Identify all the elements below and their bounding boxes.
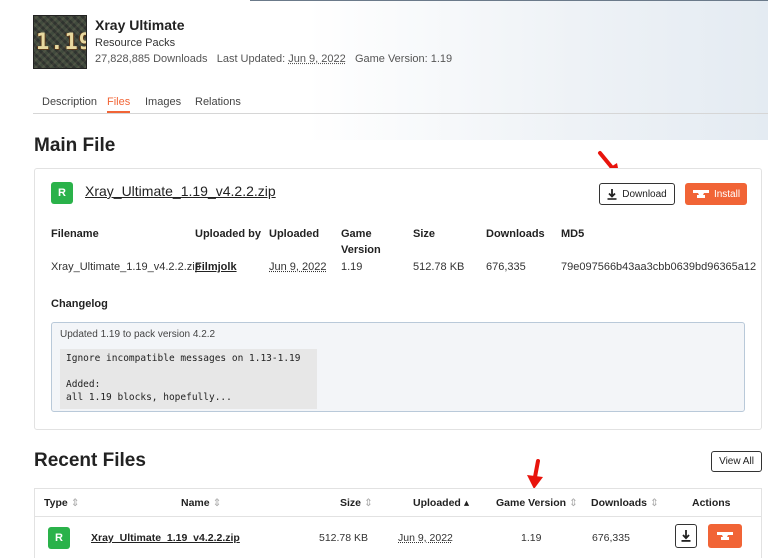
main-file-name-link[interactable]: Xray_Ultimate_1.19_v4.2.2.zip [85,183,276,199]
changelog-code-block: Ignore incompatible messages on 1.13-1.1… [60,349,317,409]
sort-active-icon: ▴ [463,497,470,509]
col-uploaded[interactable]: Uploaded ▴ [413,497,469,509]
changelog-box: Updated 1.19 to pack version 4.2.2 Ignor… [51,322,745,412]
main-file-title: Main File [34,135,116,156]
project-logo[interactable]: 1.19 [33,15,87,69]
download-icon [681,530,691,542]
recent-files-table: Type ⇕ Name ⇕ Size ⇕ Uploaded ▴ Game Version… [34,488,762,558]
view-all-button[interactable]: View All [711,451,762,472]
anvil-icon [717,531,733,540]
col-actions: Actions [692,497,731,509]
tab-files[interactable]: Files [107,96,131,113]
col-name[interactable]: Name ⇕ [181,497,221,509]
row-downloads: 676,335 [592,532,630,544]
header-size: Size [413,228,436,240]
download-button-label: Download [622,188,667,200]
value-downloads: 676,335 [486,261,526,273]
col-downloads[interactable]: Downloads ⇕ [591,497,659,509]
release-badge: R [51,182,73,204]
install-button-label: Install [713,188,741,200]
last-updated-label: Last Updated: [216,53,286,65]
logo-version-text: 1.19 [36,30,86,55]
value-size: 512.78 KB [413,261,465,273]
changelog-label: Changelog [51,298,108,310]
header-uploaded: Uploaded [269,228,320,240]
header-game-version-line2: Version [341,244,381,256]
value-uploaded: Jun 9, 2022 [269,261,327,273]
col-type-label: Type [44,497,68,509]
sort-icon: ⇕ [569,497,578,509]
header-filename: Filename [51,228,99,240]
value-uploaded-by[interactable]: Filmjolk [195,261,237,273]
sort-icon: ⇕ [70,497,80,509]
col-size-label: Size [340,497,362,509]
col-game-version[interactable]: Game Version ⇕ [496,497,578,509]
sort-icon: ⇕ [212,497,222,509]
project-tabs: Description Files Images Relations [33,96,768,114]
changelog-heading: Updated 1.19 to pack version 4.2.2 [60,329,216,340]
row-install-button[interactable] [708,524,742,548]
col-uploaded-label: Uploaded [413,497,461,509]
download-icon [607,188,617,200]
col-game-version-label: Game Version [496,497,567,509]
header-md5: MD5 [561,228,585,240]
changelog-line: all 1.19 blocks, hopefully... [66,392,232,403]
release-badge: R [48,527,70,549]
row-uploaded: Jun 9, 2022 [398,532,453,544]
header-downloads: Downloads [486,228,545,240]
annotation-arrow-game-version [527,459,543,489]
project-downloads: 27,828,885 Downloads [95,53,208,65]
project-title[interactable]: Xray Ultimate [95,17,184,33]
col-downloads-label: Downloads [591,497,648,509]
row-download-button[interactable] [675,524,697,548]
col-name-label: Name [181,497,210,509]
project-meta: 27,828,885 Downloads Last Updated: Jun 9… [95,53,452,65]
install-button[interactable]: Install [685,183,747,205]
col-size[interactable]: Size ⇕ [340,497,373,509]
tab-relations[interactable]: Relations [195,96,241,108]
row-size: 512.78 KB [319,532,369,544]
header-game-version-line1: Game [341,228,372,240]
sort-icon: ⇕ [650,497,659,509]
recent-files-title: Recent Files [34,450,146,471]
value-filename: Xray_Ultimate_1.19_v4.2.2.zip [51,261,201,273]
tab-description[interactable]: Description [42,96,97,108]
anvil-icon [692,189,709,198]
value-md5: 79e097566b43aa3cbb0639bd96365a12 [561,261,757,273]
top-divider [250,0,768,1]
project-game-version: Game Version: 1.19 [354,53,453,65]
last-updated-date: Jun 9, 2022 [288,53,346,65]
project-category[interactable]: Resource Packs [95,37,175,49]
col-type[interactable]: Type ⇕ [44,497,80,509]
changelog-line: Ignore incompatible messages on 1.13-1.1… [66,353,301,364]
recent-files-header-row: Type ⇕ Name ⇕ Size ⇕ Uploaded ▴ Game Version… [35,489,761,517]
tab-images[interactable]: Images [145,96,181,108]
main-file-card: R Xray_Ultimate_1.19_v4.2.2.zip Download… [34,168,762,430]
changelog-line: Added: [66,379,101,390]
row-file-name-link[interactable]: Xray_Ultimate_1.19_v4.2.2.zip [91,532,240,544]
value-game-version: 1.19 [341,261,363,273]
row-game-version: 1.19 [521,532,542,544]
sort-icon: ⇕ [364,497,373,509]
download-button[interactable]: Download [599,183,675,205]
header-uploaded-by: Uploaded by [195,228,262,240]
